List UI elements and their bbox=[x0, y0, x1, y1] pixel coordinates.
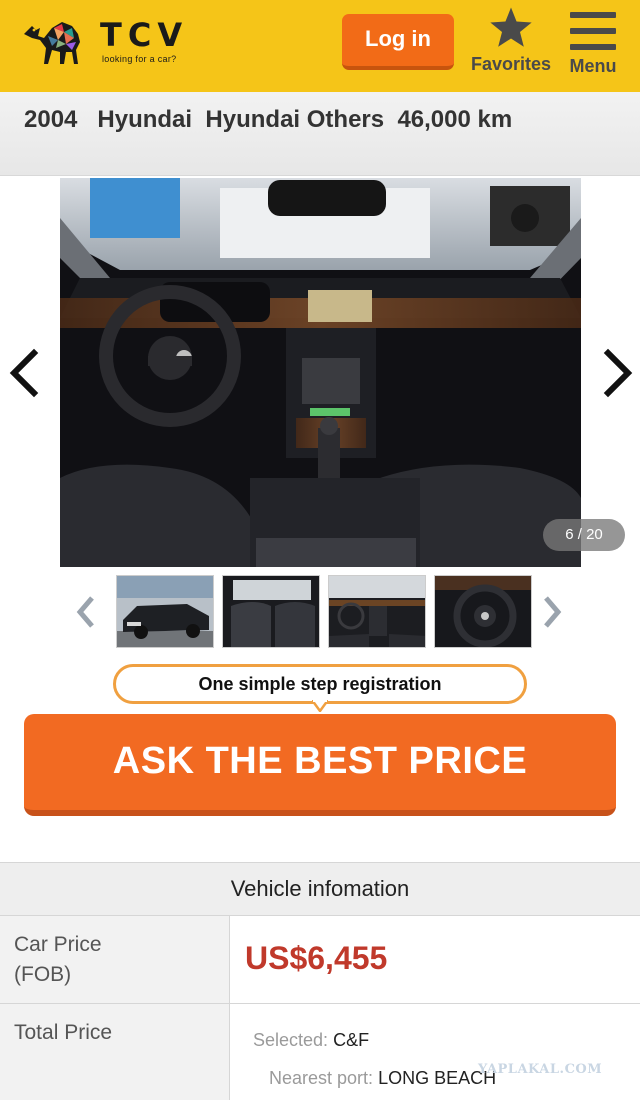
ask-best-price-button[interactable]: ASK THE BEST PRICE bbox=[24, 714, 616, 816]
thumb-next-icon[interactable] bbox=[538, 592, 566, 632]
login-button[interactable]: Log in bbox=[342, 14, 454, 70]
car-price-row: Car Price (FOB) US$6,455 bbox=[0, 916, 640, 1004]
steering-wheel-thumb bbox=[435, 576, 531, 647]
car-price-value: US$6,455 bbox=[245, 940, 388, 976]
listing-title: 2004 Hyundai Hyundai Others 46,000 km bbox=[24, 106, 513, 133]
tcv-logo[interactable]: TCV looking for a car? bbox=[18, 10, 198, 70]
brand-name: TCV bbox=[100, 16, 189, 54]
thumb-prev-icon[interactable] bbox=[72, 592, 100, 632]
thumbnail-1[interactable] bbox=[116, 575, 214, 648]
thumbnail-strip bbox=[0, 572, 640, 652]
watermark: YAPLAKAL.COM bbox=[478, 1062, 603, 1077]
total-price-row: Total Price Selected: C&F Nearest port: … bbox=[0, 1004, 640, 1100]
registration-bubble: One simple step registration bbox=[113, 664, 527, 704]
chevron-right-icon[interactable] bbox=[598, 343, 638, 403]
car-price-label: Car Price (FOB) bbox=[0, 916, 230, 1003]
star-icon bbox=[490, 7, 532, 47]
nearest-port: Nearest port: LONG BEACH bbox=[269, 1068, 496, 1089]
total-price-label: Total Price bbox=[0, 1004, 230, 1100]
car-rear-seats-thumb bbox=[223, 576, 319, 647]
photo-counter: 6 / 20 bbox=[543, 519, 625, 551]
selected-terms: Selected: C&F bbox=[253, 1030, 369, 1051]
car-price-label-line2: (FOB) bbox=[14, 963, 72, 986]
favorites-label: Favorites bbox=[470, 54, 552, 74]
camel-logo-icon bbox=[24, 22, 80, 64]
selected-label: Selected: bbox=[253, 1030, 329, 1050]
thumbnail-4[interactable] bbox=[434, 575, 532, 648]
listing-title-bar: 2004 Hyundai Hyundai Others 46,000 km bbox=[0, 92, 640, 176]
chevron-left-icon[interactable] bbox=[4, 343, 44, 403]
hamburger-icon bbox=[570, 10, 616, 52]
menu-label: Menu bbox=[569, 56, 617, 76]
car-dashboard-thumb bbox=[329, 576, 425, 647]
car-price-label-line1: Car Price bbox=[14, 933, 102, 956]
bubble-tail bbox=[312, 700, 328, 712]
brand-tagline: looking for a car? bbox=[102, 54, 177, 64]
total-price-value-cell: Selected: C&F Nearest port: LONG BEACH bbox=[231, 1004, 640, 1100]
port-label: Nearest port: bbox=[269, 1068, 374, 1088]
vehicle-info-heading: Vehicle infomation bbox=[0, 862, 640, 916]
selected-value[interactable]: C&F bbox=[333, 1030, 369, 1050]
thumbnail-2[interactable] bbox=[222, 575, 320, 648]
thumbnail-3[interactable] bbox=[328, 575, 426, 648]
car-exterior-thumb bbox=[117, 576, 213, 647]
car-price-value-cell: US$6,455 bbox=[231, 916, 640, 1003]
top-header: TCV looking for a car? Log in Favorites … bbox=[0, 0, 640, 92]
car-interior-image bbox=[60, 178, 581, 567]
favorites-button[interactable]: Favorites bbox=[466, 6, 556, 86]
main-photo[interactable] bbox=[60, 178, 581, 567]
menu-button[interactable]: Menu bbox=[562, 6, 624, 86]
